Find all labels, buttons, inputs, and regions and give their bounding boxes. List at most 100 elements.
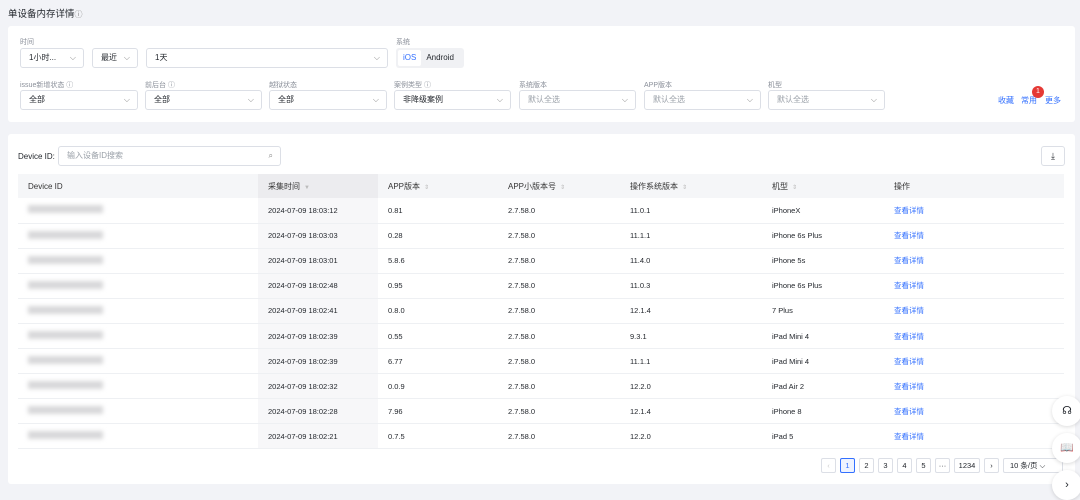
case-select[interactable]: 非降级案例 ⌵ [394, 90, 511, 110]
view-details-link[interactable]: 查看详情 [884, 373, 1064, 400]
device-table: Device ID 采集时间 ▼ APP版本 ⇕ APP小版本号 ⇕ 操作系统版本 ⇕ 机型 ⇕ 操作… [18, 174, 1064, 450]
appver-select[interactable]: 默认全选 ⌵ [644, 90, 761, 110]
more-link[interactable]: 更多 [1045, 95, 1061, 106]
view-details-link[interactable]: 查看详情 [884, 348, 1064, 375]
table-cell: 7 Plus [762, 298, 884, 324]
column-header: Device ID [18, 174, 258, 198]
favorite-link[interactable]: 收藏 [998, 95, 1014, 106]
jb-select[interactable]: 全部 ⌵ [269, 90, 387, 110]
column-header[interactable]: APP版本 ⇕ [378, 174, 498, 198]
table-cell: iPhone 6s Plus [762, 223, 884, 249]
next-page-button[interactable]: › [984, 458, 999, 473]
page-title: 单设备内存详情ⓘ [8, 9, 83, 20]
view-details-link[interactable]: 查看详情 [884, 198, 1064, 224]
table-row: 2024-07-09 18:03:12 0.81 2.7.58.0 11.0.1 iPh… [18, 198, 1064, 224]
docs-button[interactable]: 📖 [1052, 433, 1080, 463]
model-select[interactable]: 默认全选 ⌵ [768, 90, 885, 110]
table-row: 2024-07-09 18:02:41 0.8.0 2.7.58.0 12.1.4 7 … [18, 298, 1064, 324]
device-search-input[interactable]: 输入设备ID搜索 ⌕ [58, 146, 281, 166]
page-1234[interactable]: 1234 [954, 458, 980, 473]
time-label: 时间 [20, 39, 34, 46]
view-details-link[interactable]: 查看详情 [884, 223, 1064, 249]
table-cell: 2.7.58.0 [498, 423, 620, 450]
table-cell: 0.55 [378, 323, 498, 350]
support-button[interactable]: ☊ [1052, 396, 1080, 426]
table-cell: 11.0.1 [620, 198, 762, 224]
column-header[interactable]: 操作系统版本 ⇕ [620, 174, 762, 198]
page-ellipsis[interactable]: ··· [935, 458, 950, 473]
table-cell: 0.8.0 [378, 298, 498, 324]
device-id-cell [18, 198, 258, 224]
page-3[interactable]: 3 [878, 458, 893, 473]
table-cell: 0.28 [378, 223, 498, 249]
fg-label: 前后台 ⓘ [145, 82, 175, 89]
expand-button[interactable]: › [1052, 470, 1080, 500]
table-cell: 11.4.0 [620, 248, 762, 274]
prev-page-button[interactable]: ‹ [821, 458, 836, 473]
sort-icon[interactable]: ⇕ [424, 185, 429, 191]
table-cell: iPhone 6s Plus [762, 273, 884, 299]
table-cell: 2024-07-09 18:03:03 [258, 223, 378, 249]
view-details-link[interactable]: 查看详情 [884, 273, 1064, 299]
chevron-down-icon: ⌵ [746, 95, 753, 104]
sort-icon[interactable]: ⇕ [560, 185, 565, 191]
fg-select[interactable]: 全部 ⌵ [145, 90, 262, 110]
table-row: 2024-07-09 18:02:21 0.7.5 2.7.58.0 12.2.0 iP… [18, 423, 1064, 450]
system-toggle: iOS Android [396, 48, 464, 68]
view-details-link[interactable]: 查看详情 [884, 298, 1064, 324]
column-header[interactable]: 采集时间 ▼ [258, 174, 378, 198]
table-cell: 9.3.1 [620, 323, 762, 350]
table-cell: 2.7.58.0 [498, 398, 620, 425]
table-row: 2024-07-09 18:02:39 6.77 2.7.58.0 11.1.1 iPa… [18, 348, 1064, 375]
table-cell: iPhone 8 [762, 398, 884, 425]
table-cell: 2.7.58.0 [498, 298, 620, 324]
device-id-cell [18, 248, 258, 274]
view-details-link[interactable]: 查看详情 [884, 423, 1064, 450]
table-cell: 2024-07-09 18:02:48 [258, 273, 378, 299]
table-cell: 2024-07-09 18:02:41 [258, 298, 378, 324]
sort-icon[interactable]: ⇕ [792, 185, 797, 191]
sort-icon[interactable]: ⇕ [682, 185, 687, 191]
table-cell: 5.8.6 [378, 248, 498, 274]
column-header[interactable]: APP小版本号 ⇕ [498, 174, 620, 198]
issue-select[interactable]: 全部 ⌵ [20, 90, 138, 110]
view-details-link[interactable]: 查看详情 [884, 323, 1064, 350]
table-cell: 2024-07-09 18:02:32 [258, 373, 378, 400]
jb-label: 越狱状态 [269, 82, 297, 89]
chevron-down-icon: ⌵ [621, 95, 628, 104]
page-1[interactable]: 1 [840, 458, 855, 473]
page-2[interactable]: 2 [859, 458, 874, 473]
table-cell: 0.0.9 [378, 373, 498, 400]
time-recent-select[interactable]: 最近 ⌵ [92, 48, 138, 68]
table-cell: 11.1.1 [620, 348, 762, 375]
table-cell: 2024-07-09 18:02:21 [258, 423, 378, 450]
system-ios[interactable]: iOS [398, 50, 422, 66]
time-range-select[interactable]: 1天 ⌵ [146, 48, 388, 68]
table-cell: iPhone 5s [762, 248, 884, 274]
device-id-cell [18, 323, 258, 350]
table-cell: iPad Mini 4 [762, 323, 884, 350]
page-size-select[interactable]: 10 条/页 ⌵ [1003, 458, 1063, 473]
system-android[interactable]: Android [421, 50, 459, 66]
sort-icon[interactable]: ▼ [304, 185, 310, 191]
view-details-link[interactable]: 查看详情 [884, 248, 1064, 274]
device-id-cell [18, 298, 258, 324]
time-unit-select[interactable]: 1小时... ⌵ [20, 48, 84, 68]
osver-select[interactable]: 默认全选 ⌵ [519, 90, 636, 110]
page-5[interactable]: 5 [916, 458, 931, 473]
column-header[interactable]: 机型 ⇕ [762, 174, 884, 198]
help-icon[interactable]: ⓘ [75, 10, 83, 19]
table-cell: 2.7.58.0 [498, 198, 620, 224]
search-icon: ⌕ [268, 151, 273, 160]
case-label: 案例类型 ⓘ [394, 82, 431, 89]
chevron-down-icon: ⌵ [1039, 461, 1046, 470]
table-cell: 2.7.58.0 [498, 248, 620, 274]
table-cell: 7.96 [378, 398, 498, 425]
page-4[interactable]: 4 [897, 458, 912, 473]
table-cell: 2024-07-09 18:02:39 [258, 348, 378, 375]
system-label: 系统 [396, 39, 410, 46]
table-cell: iPad Air 2 [762, 373, 884, 400]
table-cell: 0.95 [378, 273, 498, 299]
view-details-link[interactable]: 查看详情 [884, 398, 1064, 425]
download-button[interactable]: ⤓ [1041, 146, 1065, 166]
